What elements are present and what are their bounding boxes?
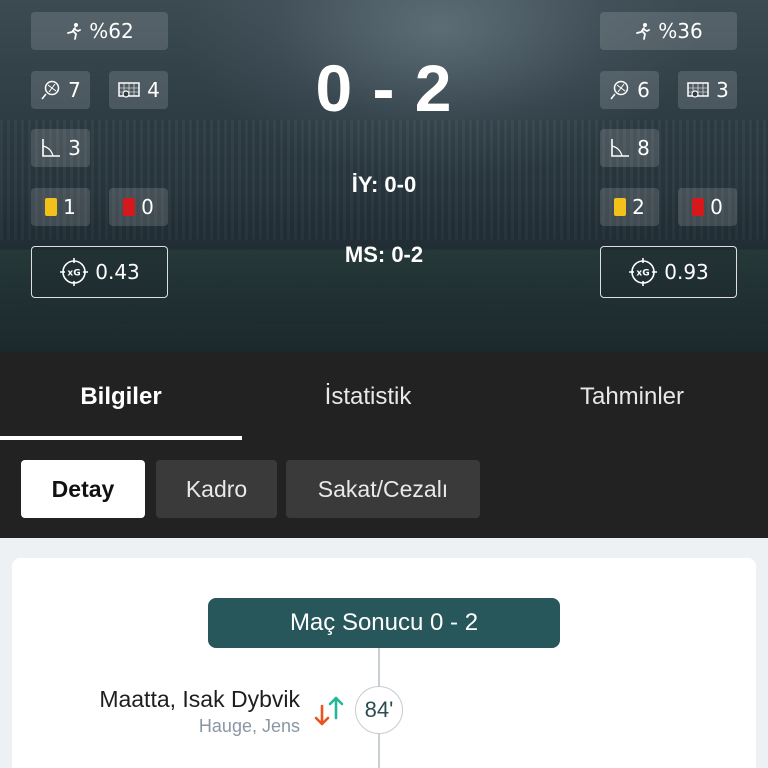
home-shots: 7 [31,71,90,109]
xg-target-icon: xG [628,257,658,287]
home-corners-value: 3 [68,136,81,160]
away-xg: xG 0.93 [600,246,737,298]
substitution-icon [312,694,346,730]
away-possession: %36 [600,12,737,50]
match-header: %62 7 4 3 1 0 xG 0.43 0 - 2 İY: 0-0 MS: … [0,0,768,352]
away-xg-value: 0.93 [664,260,709,284]
away-red-cards: 0 [678,188,737,226]
full-time-score: MS: 0-2 [344,242,424,267]
subtab-kadro[interactable]: Kadro [156,460,277,518]
result-banner: Maç Sonucu 0 - 2 [208,598,560,648]
event-minute: 84' [355,686,403,734]
tab-istatistik[interactable]: İstatistik [247,352,489,442]
away-shots-on-target-value: 3 [716,78,729,102]
yellow-card-icon [45,198,58,216]
player-out-name: Hauge, Jens [198,716,300,736]
running-player-icon [634,22,652,40]
xg-target-icon: xG [59,257,89,287]
home-shots-value: 7 [68,78,81,102]
subtab-detay[interactable]: Detay [21,460,145,518]
home-shots-on-target-value: 4 [147,78,160,102]
corner-flag-icon [609,137,631,159]
goal-net-icon [117,80,141,100]
home-possession: %62 [31,12,168,50]
home-shots-on-target: 4 [109,71,168,109]
tab-tahminler[interactable]: Tahminler [511,352,753,442]
sub-tabs: Detay Kadro Sakat/Cezalı [0,442,768,538]
home-xg: xG 0.43 [31,246,168,298]
away-red-cards-value: 0 [710,195,723,219]
away-yellow-cards: 2 [600,188,659,226]
ball-icon [609,79,631,101]
goal-net-icon [686,80,710,100]
away-shots: 6 [600,71,659,109]
half-time-score: İY: 0-0 [351,172,417,197]
yellow-card-icon [614,198,627,216]
ball-icon [40,79,62,101]
home-yellow-cards: 1 [31,188,90,226]
home-corners: 3 [31,129,90,167]
home-possession-value: %62 [89,19,134,43]
red-card-icon [692,198,705,216]
tab-bilgiler[interactable]: Bilgiler [0,352,242,442]
corner-flag-icon [40,137,62,159]
red-card-icon [123,198,136,216]
svg-text:xG: xG [637,269,650,279]
away-corners-value: 8 [637,136,650,160]
home-yellow-cards-value: 1 [63,195,76,219]
active-tab-indicator [0,436,242,440]
away-corners: 8 [600,129,659,167]
away-yellow-cards-value: 2 [632,195,645,219]
away-shots-on-target: 3 [678,71,737,109]
player-in-name: Maatta, Isak Dybvik [99,686,300,712]
away-shots-value: 6 [637,78,650,102]
main-tabs: Bilgiler İstatistik Tahminler [0,352,768,442]
match-score: 0 - 2 [315,51,453,125]
subtab-sakat-cezali[interactable]: Sakat/Cezalı [286,460,480,518]
svg-text:xG: xG [68,269,81,279]
home-red-cards-value: 0 [141,195,154,219]
match-detail-card: Maç Sonucu 0 - 2 Maatta, Isak Dybvik Hau… [12,558,756,768]
running-player-icon [65,22,83,40]
home-xg-value: 0.43 [95,260,140,284]
away-possession-value: %36 [658,19,703,43]
home-red-cards: 0 [109,188,168,226]
